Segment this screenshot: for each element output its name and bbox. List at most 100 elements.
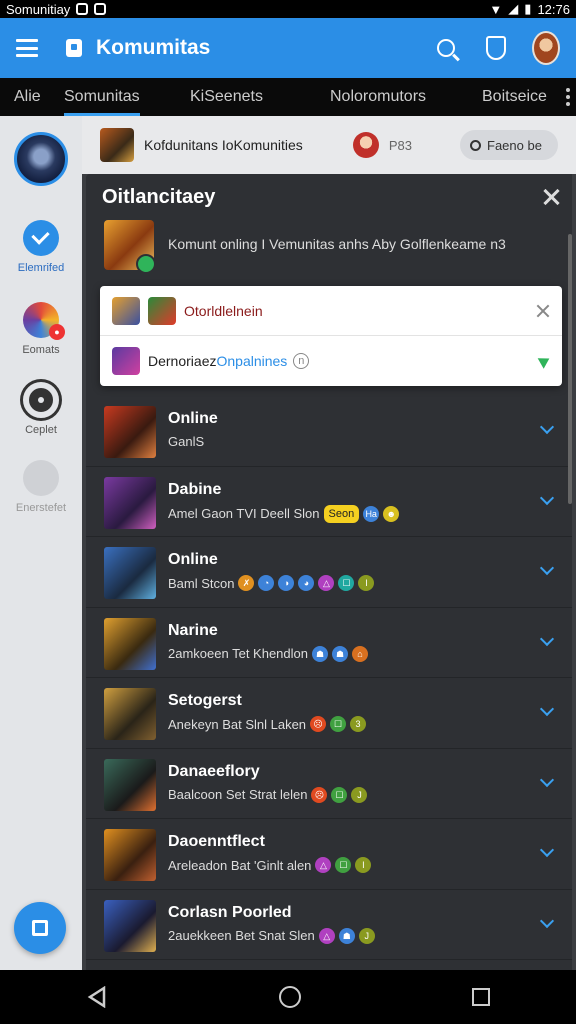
game-thumbnail [104,617,156,670]
game-thumbnail [148,296,176,325]
sidebar-item-label: Eomats [22,344,60,356]
sidebar-item-enerstefet[interactable]: Enerstefet [0,460,82,514]
search-button[interactable] [432,34,460,62]
suggestion-popup: Otorldlelnein Dernoriaez Onpalnines n [100,286,562,386]
popup-link[interactable]: Onpalnines [216,353,287,369]
notification-badge: ● [49,324,65,340]
popup-row[interactable]: Otorldlelnein [100,286,562,336]
sidebar-item-label: Enerstefet [15,502,67,514]
game-thumbnail [104,547,156,599]
chevron-down-icon[interactable] [539,419,555,435]
compose-icon [32,920,48,936]
feature-text[interactable]: Komunt onling I Vemunitas anhs Aby Golfl… [168,236,506,252]
tab-boitseice[interactable]: Boitseice [482,78,547,116]
list-item-title: Narine [168,621,218,639]
tag-icon: I [358,575,375,591]
info-badge: n [293,353,310,369]
list-item[interactable]: Online Baml Stcon ✗ ◔ ◑ ◕ △ ☐ I [86,537,572,608]
game-icon: ● [23,302,65,340]
battery-icon: ▮ [524,1,532,16]
tab-noloromutors[interactable]: Noloromutors [330,78,426,116]
menu-icon[interactable] [16,39,38,57]
sidebar: Elemrifed ● Eomats Ceplet Enerstefet [0,116,82,970]
tag-icon: ◑ [278,575,295,591]
search-label: Faeno be [487,137,542,153]
recent-apps-icon[interactable] [472,988,491,1006]
chevron-down-icon[interactable] [539,913,555,928]
app-logo-icon [66,39,82,57]
list-item[interactable]: Danaeeflory Baalcoon Set Strat lelen ☹ ☐ J [86,749,572,819]
chevron-down-icon[interactable] [539,842,555,858]
list-item-title: Online [168,551,218,568]
list-item[interactable]: Dabine Amel Gaon TVI Deell Slon Seon Ha ☻ [86,467,572,537]
tag-icon: ☐ [335,857,352,873]
tag-icon: J [351,786,368,803]
list-item[interactable]: Corlasn Poorled 2auekkeen Bet Snat Slen △ ☗… [86,890,572,960]
compose-button[interactable] [14,902,66,954]
status-time: 12:76 [537,1,570,17]
send-icon[interactable] [537,353,553,369]
back-icon[interactable] [86,986,108,1008]
more-icon[interactable] [566,88,570,106]
tag-icon: ⌂ [351,645,368,662]
list-item[interactable]: Online GanlS [86,396,572,467]
game-thumbnail [104,829,156,881]
game-thumbnail [104,899,156,952]
community-thumbnail [100,128,134,162]
list-item[interactable]: Setogerst Anekeyn Bat Slnl Laken ☹ ☐ 3 [86,678,572,749]
game-thumbnail [104,476,156,529]
app-title: Komumitas [96,36,211,59]
tag-icon: ☐ [338,575,355,591]
chevron-down-icon[interactable] [539,490,555,505]
avatar [532,31,560,65]
avatar[interactable] [352,132,379,158]
chevron-down-icon[interactable] [539,701,555,717]
chevron-down-icon[interactable] [539,631,555,646]
profile-button[interactable] [532,31,560,65]
tag-icon: 3 [350,716,367,732]
tag-icon: J [358,927,375,944]
popup-row[interactable]: Dernoriaez Onpalnines n [100,336,562,386]
home-icon[interactable] [278,986,301,1008]
list-item-title: Dabine [168,480,222,498]
community-header: Kofdunitans IoKomunities P83 Faeno be [82,116,576,174]
community-list: Online GanlS Dabine Amel Gaon TVI Deell Slo… [86,396,572,960]
sidebar-item-ceplet[interactable]: Ceplet [0,382,82,436]
list-item-subtitle-text: GanlS [168,434,205,449]
tag-icon: ☗ [338,927,355,944]
target-icon [23,382,59,418]
tag-icon: ☹ [310,716,327,732]
list-item[interactable]: Daoenntflect Areleadon Bat 'Ginlt alen △ ☐ I [86,819,572,890]
sidebar-item-profile[interactable] [0,132,82,186]
list-item-subtitle-text: 2amkoeen Tet Khendlon [168,646,308,661]
tab-somunitas[interactable]: Somunitas [64,78,140,116]
shield-icon [486,36,506,60]
chevron-down-icon[interactable] [539,560,555,576]
list-item[interactable]: Narine 2amkoeen Tet Khendlon ☗ ☗ ⌂ [86,608,572,678]
search-input[interactable]: Faeno be [460,130,558,160]
tab-label: Alie [14,88,41,105]
close-icon[interactable] [536,304,550,318]
tag-icon: △ [318,927,335,944]
list-item-title: Daoenntflect [168,833,265,850]
controller-icon [23,460,59,496]
close-icon[interactable] [542,188,560,206]
tab-label: Boitseice [482,88,547,105]
tag-icon: △ [318,575,335,591]
chevron-down-icon[interactable] [539,772,555,787]
shield-button[interactable] [482,34,510,62]
tag-icon: ☻ [383,505,400,522]
sidebar-item-label: Elemrifed [17,262,65,274]
panel-title: Oitlancitaey [102,186,216,208]
tab-kiseenets[interactable]: KiSeenets [190,78,263,116]
list-item-subtitle: Baml Stcon ✗ ◔ ◑ ◕ △ ☐ I [168,575,375,591]
signal-icon: ◢ [508,1,519,16]
game-thumbnail [112,296,140,325]
sidebar-item-elemrifed[interactable]: Elemrifed [0,220,82,274]
scrollbar[interactable] [568,234,572,504]
tag-icon: ◔ [258,575,275,591]
sidebar-item-label: Ceplet [25,424,57,436]
tab-alie[interactable]: Alie [14,78,41,116]
tab-label: KiSeenets [190,88,263,105]
sidebar-item-eomats[interactable]: ● Eomats [0,302,82,356]
